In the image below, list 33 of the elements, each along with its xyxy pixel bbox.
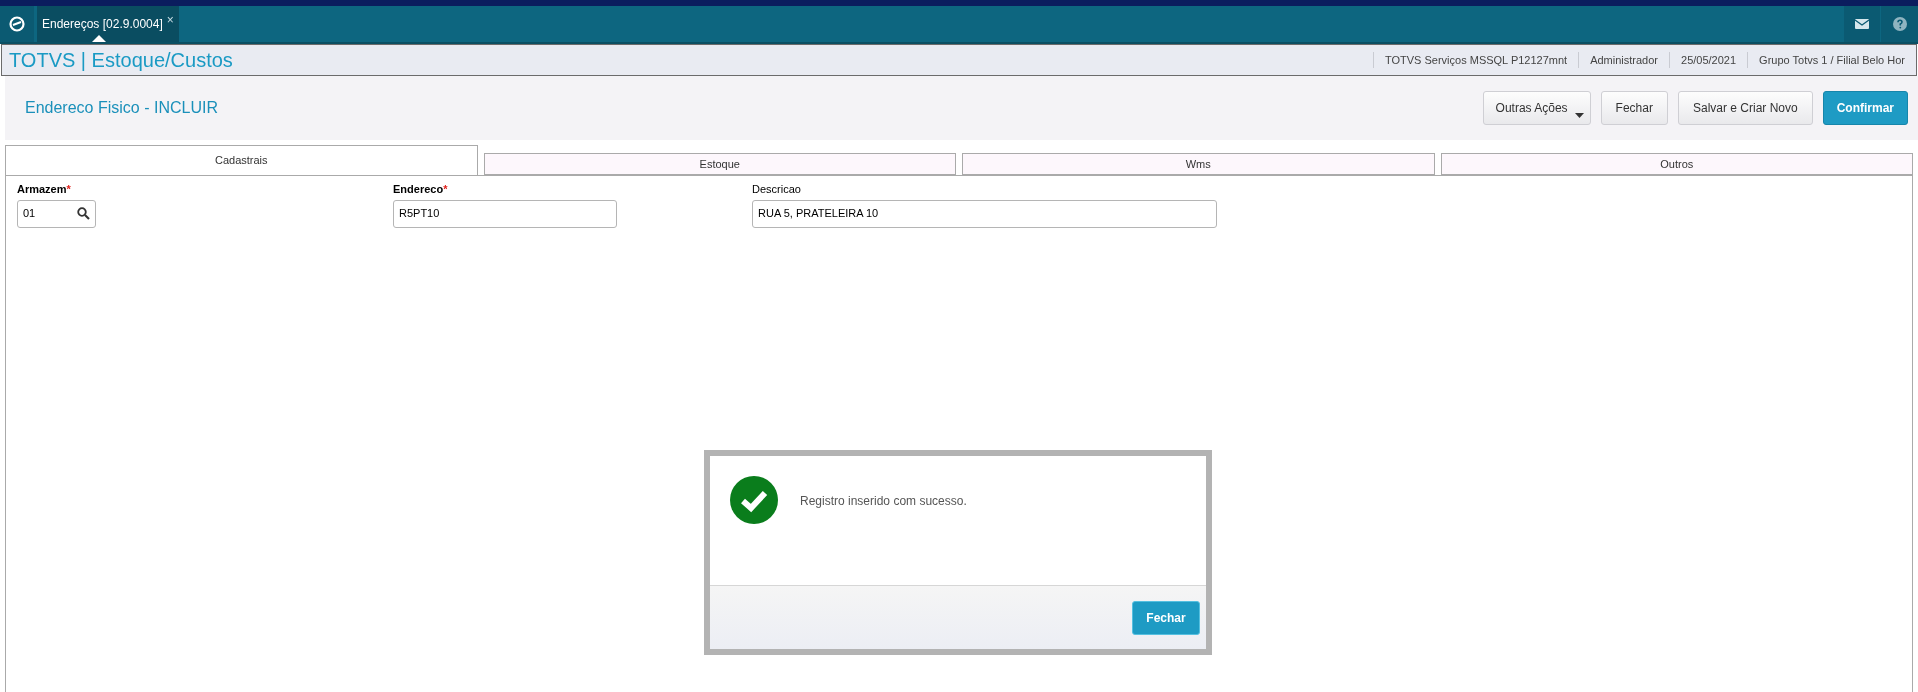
header-info: Grupo Totvs 1 / Filial Belo Hor xyxy=(1747,51,1916,69)
pointer-icon xyxy=(92,35,106,42)
action-button[interactable]: Salvar e Criar Novo xyxy=(1677,91,1813,125)
page-title: Endereco Fisico - INCLUIR xyxy=(24,98,218,118)
home-button[interactable] xyxy=(0,6,34,42)
lookup-field[interactable]: 01 xyxy=(17,199,96,228)
module-tab[interactable]: Endereços [02.9.0004] × xyxy=(37,6,179,42)
header-info: Administrador xyxy=(1578,51,1669,69)
form-tab[interactable]: Wms xyxy=(962,153,1435,175)
form-tab[interactable]: Estoque xyxy=(483,153,956,175)
form-tab[interactable]: Outros xyxy=(1440,153,1913,175)
field-label: Armazem* xyxy=(17,182,72,197)
tab-label: Endereços [02.9.0004] xyxy=(42,16,163,33)
help-button[interactable] xyxy=(1881,6,1918,42)
help-icon xyxy=(1892,17,1907,31)
search-icon xyxy=(77,207,90,220)
input-field[interactable]: R5PT10 xyxy=(393,199,617,228)
caret-icon xyxy=(1574,113,1584,118)
header-info: TOTVS Serviços MSSQL P12127mnt xyxy=(1372,51,1579,69)
input-field[interactable]: RUA 5, PRATELEIRA 10 xyxy=(752,199,1217,228)
form-tab[interactable]: Cadastrais xyxy=(5,145,478,175)
close-button[interactable]: × xyxy=(166,11,174,29)
logo-icon xyxy=(9,16,25,32)
field-label: Endereco* xyxy=(393,182,449,197)
action-button[interactable]: Fechar xyxy=(1600,91,1668,125)
app-title: TOTVS | Estoque/Custos xyxy=(8,48,233,73)
mail-button[interactable] xyxy=(1844,6,1881,42)
check-icon xyxy=(730,476,778,524)
dialog-message: Registro inserido com sucesso. xyxy=(800,493,967,510)
header-info: 25/05/2021 xyxy=(1669,51,1748,69)
field-label: Descricao xyxy=(752,182,802,197)
more-actions-button[interactable]: Outras Ações xyxy=(1482,91,1591,125)
mail-icon xyxy=(1855,19,1869,29)
